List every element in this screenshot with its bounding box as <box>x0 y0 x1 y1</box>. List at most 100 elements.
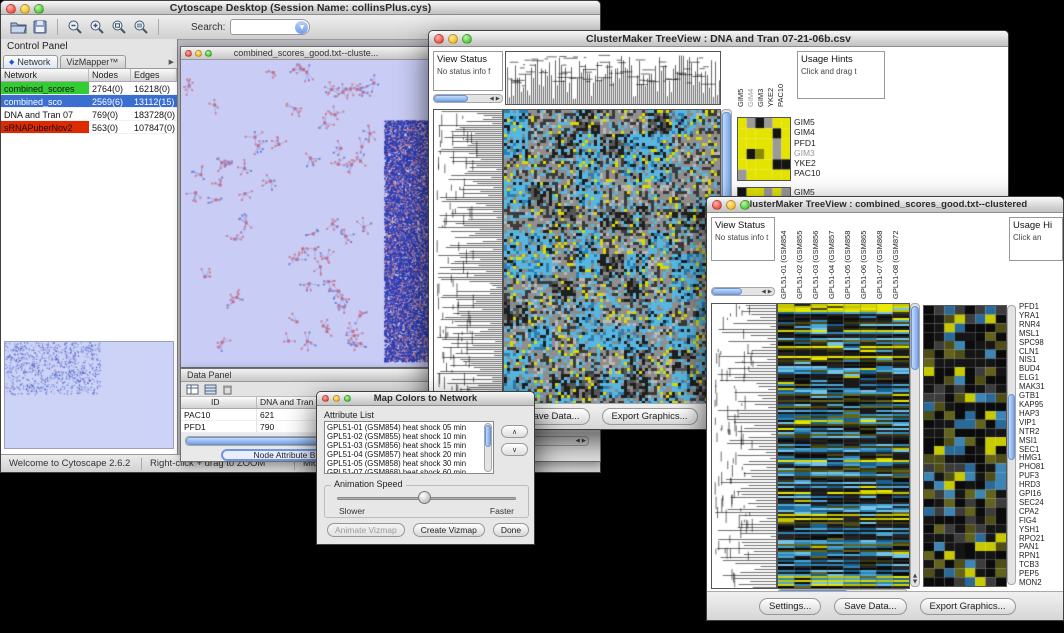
column-dendrogram[interactable] <box>505 51 721 105</box>
zoom-fit-button[interactable] <box>108 18 130 37</box>
scroll-thumb[interactable] <box>485 425 491 447</box>
column-header-id[interactable]: ID <box>181 397 257 408</box>
scroll-thumb[interactable] <box>712 288 742 295</box>
zoom-button[interactable] <box>462 34 472 44</box>
treeview-combined-titlebar[interactable]: ClusterMaker TreeView : combined_scores_… <box>707 197 1063 213</box>
heatmap-canvas[interactable] <box>777 303 910 589</box>
column-header-network[interactable]: Network <box>1 69 89 81</box>
network-canvas[interactable] <box>181 60 431 367</box>
close-button[interactable] <box>322 395 329 402</box>
save-data-button[interactable]: Save Data... <box>834 598 906 615</box>
detail-row-labels: GIM5GIM4PFD1GIM3YKE2PAC10 <box>794 117 820 179</box>
speed-slider-thumb[interactable] <box>418 491 431 504</box>
table-grid-icon[interactable] <box>204 384 217 395</box>
attribute-list-item[interactable]: GPL51-04 (GSM857) heat shock 20 min <box>327 450 491 459</box>
minimize-button[interactable] <box>333 395 340 402</box>
attribute-list-vscrollbar[interactable] <box>484 423 492 472</box>
main-titlebar[interactable]: Cytoscape Desktop (Session Name: collins… <box>1 1 600 15</box>
export-graphics-button[interactable]: Export Graphics... <box>602 408 698 425</box>
attribute-list-item[interactable]: GPL51-05 (GSM858) heat shock 30 min <box>327 459 491 468</box>
tab-vizmapper[interactable]: VizMapper™ <box>60 55 126 68</box>
zoom-button[interactable] <box>205 50 212 57</box>
network-row[interactable]: sRNAPuberNov2563(0)107847(0) <box>1 121 177 134</box>
close-button[interactable] <box>434 34 444 44</box>
heatmap-vscrollbar[interactable]: ▲▼ <box>910 303 920 587</box>
column-label: GPL51-08 (GSM872 <box>891 215 907 299</box>
data-panel-title: Data Panel <box>187 370 232 380</box>
delete-attributes-icon[interactable] <box>222 384 233 395</box>
network-row[interactable]: combined_sco2569(6)13112(15) <box>1 95 177 108</box>
network-row[interactable]: combined_scores2764(0)16218(0) <box>1 82 177 95</box>
zoom-button[interactable] <box>740 200 750 210</box>
zoom-out-button[interactable] <box>64 18 86 37</box>
scroll-thumb[interactable] <box>911 306 919 370</box>
scroll-right-icon[interactable]: ▶ <box>582 438 586 444</box>
dendrogram-hscrollbar[interactable]: ◀▶ <box>433 94 503 103</box>
minimize-button[interactable] <box>20 4 30 14</box>
network-tab-icon: ◆ <box>9 58 14 66</box>
network-view-titlebar[interactable]: combined_scores_good.txt--cluste... <box>181 47 431 60</box>
close-button[interactable] <box>712 200 722 210</box>
combo-arrow-icon[interactable]: ▼ <box>295 21 308 34</box>
dendrogram-hscrollbar[interactable]: ◀▶ <box>711 287 775 296</box>
toolbar-separator <box>57 19 58 35</box>
search-input[interactable]: ▼ <box>230 19 310 35</box>
minimize-button[interactable] <box>195 50 202 57</box>
attribute-list[interactable]: GPL51-01 (GSM854) heat shock 05 minGPL51… <box>324 421 494 474</box>
scroll-left-icon[interactable]: ◀ <box>762 289 766 295</box>
column-label: PAC10 <box>776 51 786 107</box>
zoom-selected-button[interactable] <box>130 18 152 37</box>
scroll-thumb[interactable] <box>1008 394 1015 460</box>
birds-eye-view[interactable] <box>4 341 174 449</box>
network-row[interactable]: DNA and Tran 07769(0)183728(0) <box>1 108 177 121</box>
column-header-edges[interactable]: Edges <box>131 69 177 81</box>
select-attributes-icon[interactable] <box>186 384 199 395</box>
detail-vscrollbar[interactable] <box>1007 305 1016 585</box>
view-status-text: No status info f <box>437 67 499 76</box>
scroll-right-icon[interactable]: ▶ <box>768 289 772 295</box>
attribute-list-item[interactable]: GPL51-01 (GSM854) heat shock 05 min <box>327 423 491 432</box>
create-vizmap-button[interactable]: Create Vizmap <box>413 523 485 537</box>
treeview-dna-titlebar[interactable]: ClusterMaker TreeView : DNA and Tran 07-… <box>429 31 1008 47</box>
attribute-list-item[interactable]: GPL51-07 (GSM868) heat shock 60 min <box>327 468 491 474</box>
tab-scroll-right-icon[interactable]: ▶ <box>169 58 177 68</box>
move-up-button[interactable]: ∧ <box>501 425 528 438</box>
scroll-thumb[interactable] <box>434 95 468 102</box>
attribute-list-item[interactable]: GPL51-02 (GSM855) heat shock 10 min <box>327 432 491 441</box>
detail-heatmap[interactable] <box>737 117 791 181</box>
column-label: GPL51-04 (GSM857 <box>827 215 843 299</box>
export-graphics-button[interactable]: Export Graphics... <box>920 598 1016 615</box>
minimize-button[interactable] <box>726 200 736 210</box>
scroll-right-icon[interactable]: ▶ <box>496 96 500 102</box>
animate-vizmap-button[interactable]: Animate Vizmap <box>327 523 405 537</box>
column-label: GPL51-05 (GSM858 <box>843 215 859 299</box>
gene-label: PFD1 <box>794 138 820 148</box>
open-session-button[interactable] <box>7 18 29 37</box>
move-down-button[interactable]: ∨ <box>501 443 528 456</box>
close-button[interactable] <box>185 50 192 57</box>
column-header-nodes[interactable]: Nodes <box>89 69 131 81</box>
settings-button[interactable]: Settings... <box>759 598 821 615</box>
minimize-button[interactable] <box>448 34 458 44</box>
heatmap-canvas[interactable] <box>503 109 721 421</box>
zoom-in-button[interactable] <box>86 18 108 37</box>
scroll-left-icon[interactable]: ◀ <box>490 96 494 102</box>
scroll-down-icon[interactable]: ▼ <box>913 579 917 585</box>
zoom-button[interactable] <box>344 395 351 402</box>
attribute-list-item[interactable]: GPL51-03 (GSM856) heat shock 15 min <box>327 441 491 450</box>
control-panel-title: Control Panel <box>1 39 177 53</box>
row-dendrogram[interactable] <box>433 109 503 421</box>
close-button[interactable] <box>6 4 16 14</box>
tab-network[interactable]: ◆Network <box>3 55 58 68</box>
slower-label: Slower <box>339 506 365 516</box>
scroll-left-icon[interactable]: ◀ <box>576 438 580 444</box>
column-label: GPL51-02 (GSM855 <box>795 215 811 299</box>
row-dendrogram[interactable] <box>711 303 777 589</box>
save-session-button[interactable] <box>29 18 51 37</box>
dialog-titlebar[interactable]: Map Colors to Network <box>317 392 534 406</box>
zoom-button[interactable] <box>34 4 44 14</box>
detail-heatmap[interactable] <box>923 305 1007 587</box>
tab-label: VizMapper™ <box>66 57 118 67</box>
network-edges-cell: 183728(0) <box>131 108 177 120</box>
done-button[interactable]: Done <box>493 523 529 537</box>
